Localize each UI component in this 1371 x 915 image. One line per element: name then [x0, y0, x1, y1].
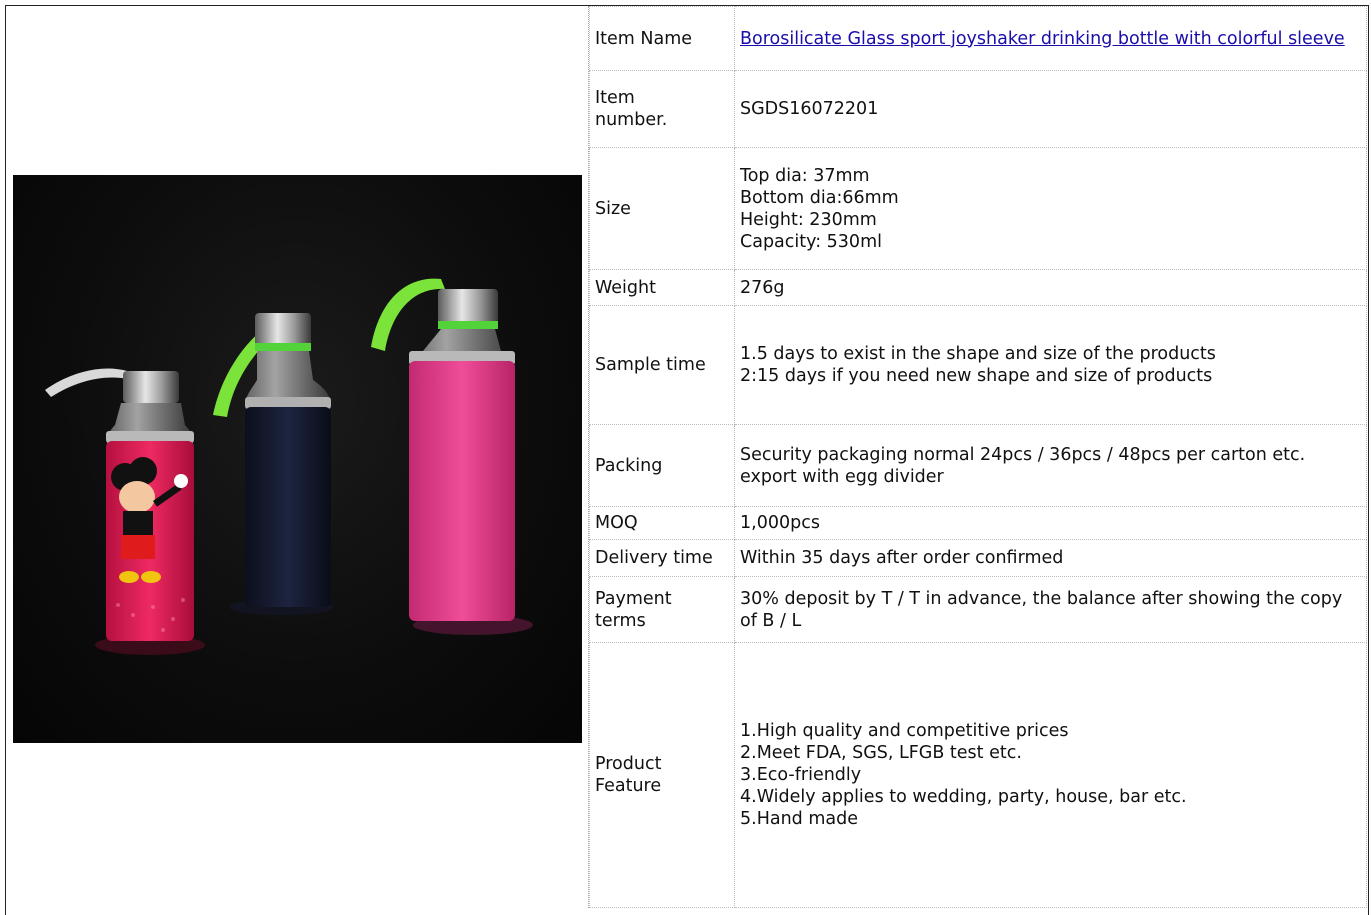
- spec-table: Item Name Borosilicate Glass sport joysh…: [589, 6, 1367, 908]
- item-name-link[interactable]: Borosilicate Glass sport joyshaker drink…: [740, 29, 1345, 49]
- delivery-time-value: Within 35 days after order confirmed: [734, 539, 1367, 577]
- moq-label: MOQ: [589, 506, 735, 540]
- product-feature-value: 1.High quality and competitive prices 2.…: [734, 642, 1367, 908]
- table-row: Weight 276g: [589, 269, 1367, 306]
- packing-label: Packing: [589, 424, 735, 507]
- table-row: MOQ 1,000pcs: [589, 506, 1367, 540]
- bottle-red: [45, 368, 194, 641]
- size-label: Size: [589, 147, 735, 270]
- product-photo: [13, 175, 582, 743]
- item-number-label: Item number.: [589, 70, 735, 148]
- delivery-time-label: Delivery time: [589, 539, 735, 577]
- item-number-value: SGDS16072201: [734, 70, 1367, 148]
- table-row: Delivery time Within 35 days after order…: [589, 539, 1367, 577]
- moq-value: 1,000pcs: [734, 506, 1367, 540]
- sample-time-value: 1.5 days to exist in the shape and size …: [734, 305, 1367, 425]
- payment-terms-label: Payment terms: [589, 576, 735, 643]
- table-row: Item number. SGDS16072201: [589, 70, 1367, 148]
- bottle-pink: [371, 278, 515, 621]
- table-row: Sample time 1.5 days to exist in the sha…: [589, 305, 1367, 425]
- size-value: Top dia: 37mm Bottom dia:66mm Height: 23…: [734, 147, 1367, 270]
- payment-terms-value: 30% deposit by T / T in advance, the bal…: [734, 576, 1367, 643]
- table-row: Packing Security packaging normal 24pcs …: [589, 424, 1367, 507]
- packing-value: Security packaging normal 24pcs / 36pcs …: [734, 424, 1367, 507]
- table-row: Payment terms 30% deposit by T / T in ad…: [589, 576, 1367, 643]
- bottle-navy: [213, 313, 331, 607]
- table-row: Size Top dia: 37mm Bottom dia:66mm Heigh…: [589, 147, 1367, 270]
- bottles-illustration: [45, 278, 533, 655]
- table-row: Item Name Borosilicate Glass sport joysh…: [589, 6, 1367, 71]
- sample-time-label: Sample time: [589, 305, 735, 425]
- item-name-value: Borosilicate Glass sport joyshaker drink…: [734, 6, 1367, 71]
- item-name-label: Item Name: [589, 6, 735, 71]
- table-row: Product Feature 1.High quality and compe…: [589, 642, 1367, 908]
- product-feature-label: Product Feature: [589, 642, 735, 908]
- weight-value: 276g: [734, 269, 1367, 306]
- weight-label: Weight: [589, 269, 735, 306]
